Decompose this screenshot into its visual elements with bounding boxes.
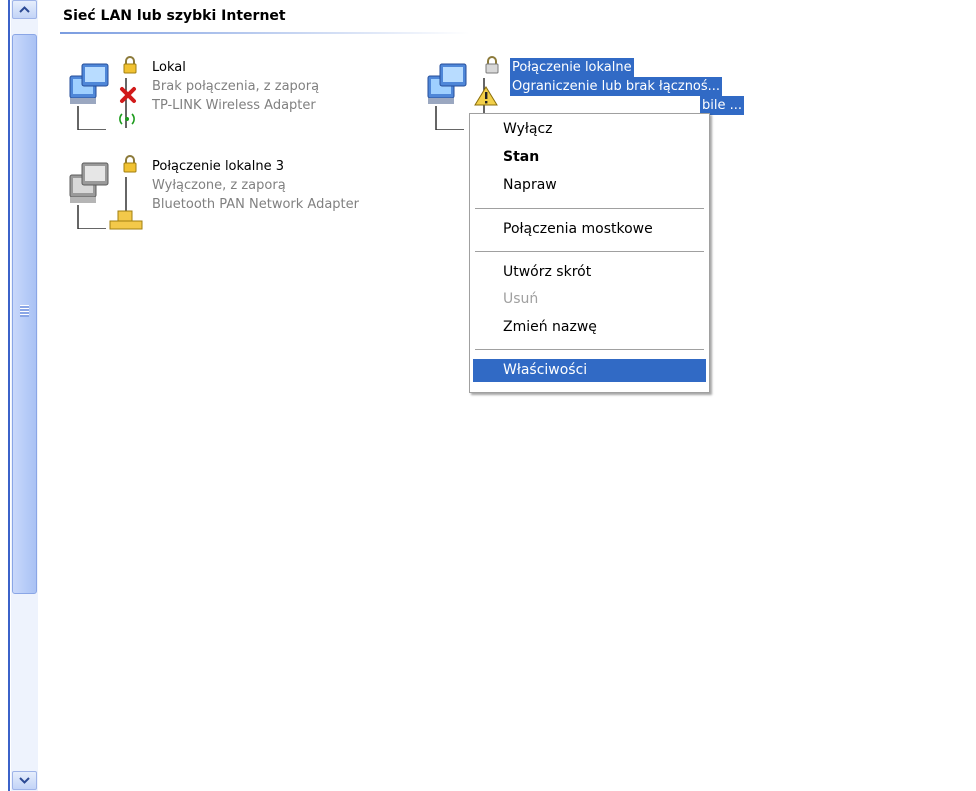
context-menu: Wyłącz Stan Napraw Połączenia mostkowe U… [469,113,710,393]
connection-name: Połączenie lokalne 3 [152,159,285,174]
chevron-up-icon [19,6,30,13]
connection-name: Połączenie lokalne [510,58,634,77]
connection-adapter: TP-LINK Wireless Adapter [152,98,316,113]
scrollbar-panel [0,0,40,791]
lock-icon [485,56,499,74]
menu-separator [475,349,704,351]
scroll-up-button[interactable] [12,0,37,19]
connection-text: Lokal Brak połączenia, z zaporą TP-LINK … [152,58,319,115]
menu-item-rename[interactable]: Zmień nazwę [473,316,706,339]
grip-icon [20,305,29,317]
scrollbar-thumb[interactable] [12,34,37,594]
scrollbar-edge [8,0,10,791]
connection-text: Połączenie lokalne 3 Wyłączone, z zaporą… [152,157,359,214]
lock-icon [123,56,137,74]
menu-separator [475,208,704,210]
group-divider [60,32,470,34]
connection-status: Ograniczenie lub brak łącznoś... [510,77,723,96]
menu-item-bridge-connections[interactable]: Połączenia mostkowe [473,218,706,241]
menu-item-properties[interactable]: Właściwości [473,359,706,382]
chevron-down-icon [19,777,30,784]
connection-name: Lokal [152,60,186,75]
bluetooth-network-icon [109,210,143,230]
menu-item-disable[interactable]: Wyłącz [473,118,706,141]
connection-status: Brak połączenia, z zaporą [152,79,320,94]
connection-status: Wyłączone, z zaporą [152,178,286,193]
menu-item-create-shortcut[interactable]: Utwórz skrót [473,261,706,284]
lock-icon [123,155,137,173]
connection-item-lokalne-3[interactable]: Połączenie lokalne 3 Wyłączone, z zaporą… [66,155,416,237]
connection-item-lokal[interactable]: Lokal Brak połączenia, z zaporą TP-LINK … [66,56,366,138]
menu-item-delete[interactable]: Usuń [473,288,706,311]
connection-adapter: Bluetooth PAN Network Adapter [152,197,359,212]
warning-triangle-icon [474,86,498,106]
group-title: Sieć LAN lub szybki Internet [63,8,286,24]
menu-item-status[interactable]: Stan [473,146,706,169]
menu-separator [475,251,704,253]
red-x-icon [120,87,136,103]
menu-item-repair[interactable]: Napraw [473,174,706,197]
wireless-icon [119,113,135,125]
connection-text: Połączenie lokalne Ograniczenie lub brak… [510,58,745,115]
scroll-down-button[interactable] [12,771,37,790]
